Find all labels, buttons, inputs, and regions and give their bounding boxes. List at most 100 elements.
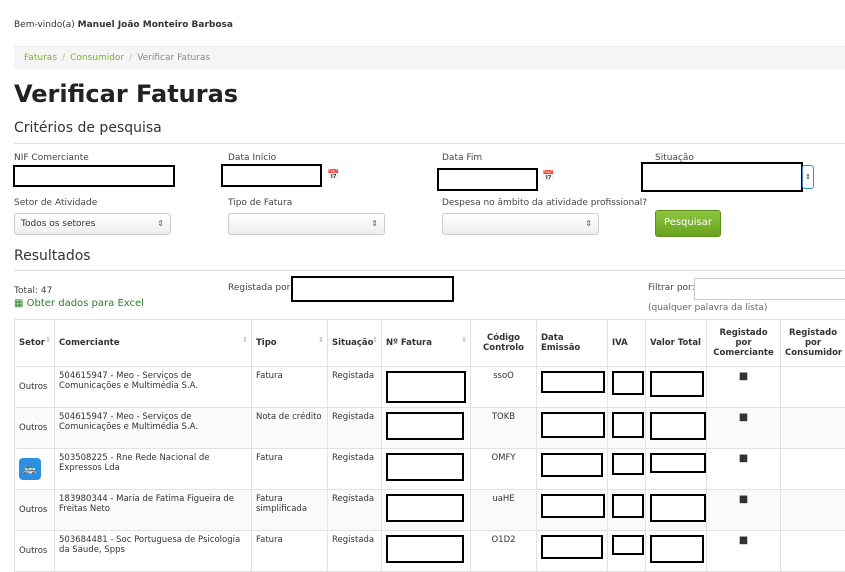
cell-data-emissao: [537, 490, 608, 531]
col-header-comerciante[interactable]: Comerciante⇕: [55, 320, 252, 367]
chevron-down-icon: ⇕: [157, 214, 164, 234]
redacted-box: [650, 412, 706, 440]
cell-comerciante: 504615947 - Meo - Serviços de Comunicaçõ…: [55, 367, 252, 408]
divider: [14, 143, 845, 144]
search-button[interactable]: Pesquisar: [655, 210, 721, 237]
cell-reg-comerciante: ■: [707, 449, 781, 490]
col-header-iva[interactable]: IVA: [608, 320, 646, 367]
cell-valor-total: [646, 490, 707, 531]
results-table: Setor⇕ Comerciante⇕ Tipo⇕ Situação⇕ Nº F…: [14, 319, 845, 572]
cell-codigo: O1D2: [471, 531, 537, 572]
cell-data-emissao: [537, 367, 608, 408]
page-title: Verificar Faturas: [14, 80, 238, 108]
setor-label: Setor de Atividade: [14, 198, 97, 208]
redacted-box: [650, 371, 704, 397]
col-header-setor[interactable]: Setor⇕: [15, 320, 55, 367]
filter-input[interactable]: [694, 278, 845, 300]
document-icon[interactable]: ■: [739, 371, 748, 382]
breadcrumb-separator: /: [124, 53, 137, 63]
redacted-box: [386, 412, 464, 440]
cell-reg-consumidor: [781, 531, 845, 572]
cell-iva: [608, 490, 646, 531]
tipo-label: Tipo de Fatura: [228, 198, 292, 208]
cell-setor: Outros: [15, 531, 55, 572]
breadcrumb-faturas[interactable]: Faturas: [14, 53, 57, 63]
breadcrumb-consumidor[interactable]: Consumidor: [70, 53, 124, 63]
cell-valor-total: [646, 408, 707, 449]
cell-comerciante: 503508225 - Rne Rede Nacional de Express…: [55, 449, 252, 490]
col-header-data-emissao[interactable]: Data Emissão: [537, 320, 608, 367]
redacted-box: [612, 453, 644, 475]
situacao-dropdown-toggle[interactable]: ⇕: [802, 165, 814, 189]
situacao-select[interactable]: [641, 162, 803, 192]
redacted-box: [541, 371, 605, 393]
redacted-box: [612, 535, 644, 555]
cell-iva: [608, 531, 646, 572]
col-header-valor-total[interactable]: Valor Total: [646, 320, 707, 367]
tipo-select[interactable]: ⇕: [228, 213, 385, 235]
redacted-box: [386, 453, 464, 481]
despesa-select[interactable]: ⇕: [442, 213, 599, 235]
document-icon[interactable]: ■: [739, 535, 748, 546]
registada-label: Registada por:: [228, 283, 293, 293]
cell-reg-comerciante: ■: [707, 367, 781, 408]
filter-label: Filtrar por:: [648, 283, 695, 293]
excel-label: Obter dados para Excel: [27, 298, 144, 309]
data-fim-input[interactable]: [437, 168, 538, 191]
filter-hint: (qualquer palavra da lista): [648, 303, 767, 313]
redacted-box: [386, 535, 464, 563]
welcome-text: Bem-vindo(a) Manuel João Monteiro Barbos…: [14, 20, 233, 30]
document-icon[interactable]: ■: [739, 412, 748, 423]
table-row: Outros 503684481 - Soc Portuguesa de Psi…: [15, 531, 845, 572]
col-header-n-fatura[interactable]: Nº Fatura⇕: [382, 320, 471, 367]
cell-reg-comerciante: ■: [707, 490, 781, 531]
document-icon[interactable]: ■: [739, 453, 748, 464]
calendar-icon[interactable]: 📅: [542, 171, 554, 182]
redacted-box: [650, 535, 704, 563]
cell-situacao: Registada: [328, 490, 382, 531]
total-count: Total: 47: [14, 286, 52, 296]
chevron-down-icon: ⇕: [371, 214, 378, 234]
document-icon[interactable]: ■: [739, 494, 748, 505]
col-header-codigo[interactable]: Código Controlo: [471, 320, 537, 367]
excel-export-link[interactable]: ▦ Obter dados para Excel: [14, 298, 144, 309]
cell-data-emissao: [537, 449, 608, 490]
redacted-box: [541, 494, 605, 518]
cell-tipo: Nota de crédito: [252, 408, 328, 449]
cell-tipo: Fatura: [252, 367, 328, 408]
col-header-situacao[interactable]: Situação⇕: [328, 320, 382, 367]
table-row: Outros 504615947 - Meo - Serviços de Com…: [15, 408, 845, 449]
cell-reg-consumidor: [781, 408, 845, 449]
data-inicio-input[interactable]: [221, 164, 322, 187]
table-row: 🚌 503508225 - Rne Rede Nacional de Expre…: [15, 449, 845, 490]
col-header-tipo[interactable]: Tipo⇕: [252, 320, 328, 367]
redacted-box: [612, 412, 644, 438]
cell-setor: Outros: [15, 408, 55, 449]
data-fim-label: Data Fim: [442, 153, 482, 163]
nif-label: NIF Comerciante: [14, 153, 89, 163]
col-header-reg-comerciante[interactable]: Registado por Comerciante: [707, 320, 781, 367]
criteria-heading: Critérios de pesquisa: [14, 120, 162, 136]
table-header-row: Setor⇕ Comerciante⇕ Tipo⇕ Situação⇕ Nº F…: [15, 320, 845, 367]
cell-codigo: uaHE: [471, 490, 537, 531]
table-row: Outros 504615947 - Meo - Serviços de Com…: [15, 367, 845, 408]
cell-codigo: ssoO: [471, 367, 537, 408]
bus-icon: 🚌: [19, 458, 41, 480]
col-header-reg-consumidor[interactable]: Registado por Consumidor: [781, 320, 845, 367]
setor-select[interactable]: Todos os setores ⇕: [14, 213, 171, 235]
calendar-icon[interactable]: 📅: [327, 170, 339, 181]
data-inicio-label: Data Início: [228, 153, 276, 163]
cell-n-fatura: [382, 408, 471, 449]
cell-n-fatura: [382, 490, 471, 531]
cell-comerciante: 183980344 - Maria de Fatima Figueira de …: [55, 490, 252, 531]
cell-tipo: Fatura: [252, 531, 328, 572]
cell-situacao: Registada: [328, 408, 382, 449]
cell-tipo: Fatura: [252, 449, 328, 490]
breadcrumb-current: Verificar Faturas: [137, 53, 210, 63]
nif-input[interactable]: [13, 165, 175, 187]
cell-n-fatura: [382, 367, 471, 408]
registada-por-select[interactable]: [291, 276, 454, 302]
redacted-box: [541, 412, 605, 438]
cell-n-fatura: [382, 449, 471, 490]
user-name: Manuel João Monteiro Barbosa: [78, 20, 233, 30]
